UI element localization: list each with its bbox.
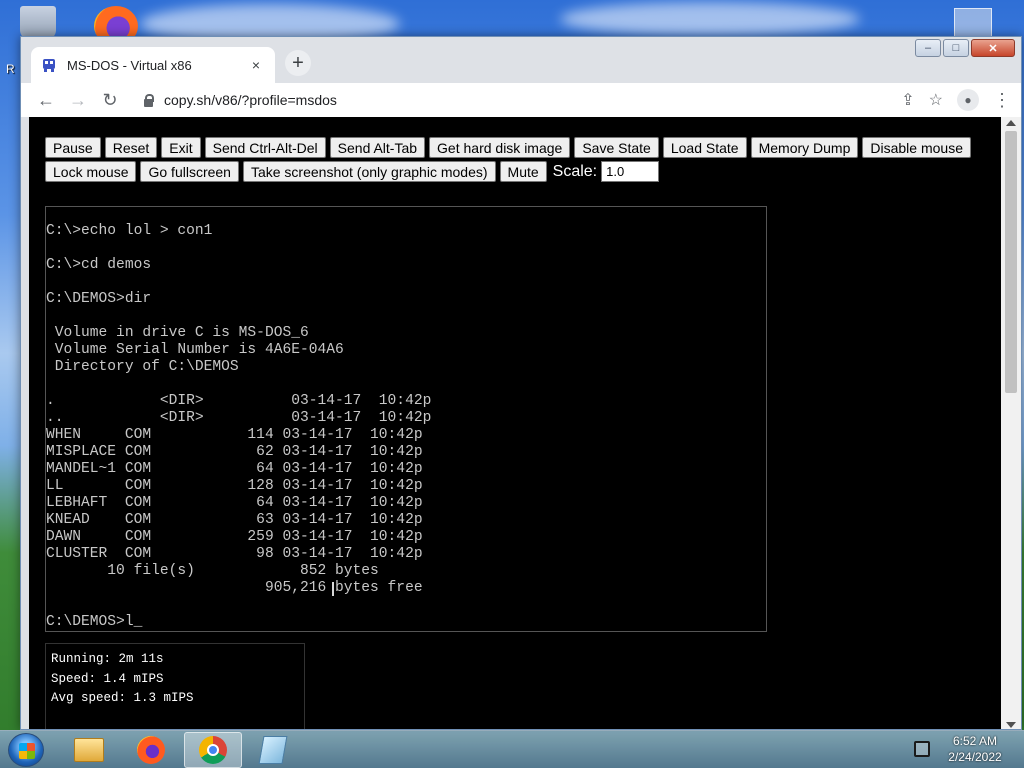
- taskbar-explorer[interactable]: [60, 732, 118, 768]
- dos-terminal-output: C:\>echo lol > con1 C:\>cd demos C:\DEMOS>…: [46, 223, 766, 631]
- terminal-line: .. <DIR> 03-14-17 10:42p: [46, 410, 432, 426]
- menu-kebab-icon[interactable]: ⋮: [993, 90, 1011, 111]
- load-state-button[interactable]: Load State: [662, 137, 747, 158]
- lock-icon[interactable]: [143, 93, 154, 107]
- memory-dump-button[interactable]: Memory Dump: [750, 137, 859, 158]
- terminal-line: Volume Serial Number is 4A6E-04A6: [46, 342, 344, 358]
- terminal-line: DAWN COM 259 03-14-17 10:42p: [46, 529, 423, 545]
- terminal-line: C:\>echo lol > con1: [46, 223, 213, 239]
- stat-speed: Speed: 1.4 mIPS: [51, 671, 164, 686]
- bookmark-star-icon[interactable]: ☆: [929, 90, 943, 110]
- reset-button[interactable]: Reset: [104, 137, 158, 158]
- send-ctrl-alt-del-button[interactable]: Send Ctrl-Alt-Del: [204, 137, 326, 158]
- terminal-line: C:\DEMOS>dir: [46, 291, 152, 307]
- pause-button[interactable]: Pause: [45, 137, 101, 158]
- taskbar-notepad[interactable]: [244, 732, 302, 768]
- tab-title: MS-DOS - Virtual x86: [67, 57, 192, 73]
- url-text: copy.sh/v86/?profile=msdos: [164, 92, 337, 108]
- controls-row-1: Pause Reset Exit Send Ctrl-Alt-Del Send …: [45, 137, 971, 158]
- stat-avg-speed: Avg speed: 1.3 mIPS: [51, 691, 194, 705]
- mouse-text-cursor: [332, 582, 334, 596]
- title-bar: MS-DOS - Virtual x86 × + – □ ✕: [21, 37, 1021, 83]
- emulator-screen[interactable]: C:\>echo lol > con1 C:\>cd demos C:\DEMOS>…: [45, 206, 767, 632]
- notepad-icon: [258, 736, 288, 764]
- new-tab-button[interactable]: +: [285, 50, 311, 76]
- terminal-line: MANDEL~1 COM 64 03-14-17 10:42p: [46, 461, 423, 477]
- maximize-button[interactable]: □: [943, 39, 969, 57]
- clock-time: 6:52 AM: [952, 734, 998, 748]
- start-button[interactable]: [8, 733, 44, 767]
- scale-label: Scale:: [552, 162, 598, 180]
- get-hard-disk-image-button[interactable]: Get hard disk image: [429, 137, 571, 158]
- forward-button[interactable]: →: [63, 85, 93, 115]
- taskbar-chrome[interactable]: [184, 732, 242, 768]
- firefox-icon: [137, 736, 165, 764]
- desktop-cloud: [560, 2, 860, 36]
- terminal-line: C:\DEMOS>l_: [46, 614, 143, 630]
- chrome-icon: [199, 736, 227, 764]
- terminal-line: . <DIR> 03-14-17 10:42p: [46, 393, 432, 409]
- terminal-line: LL COM 128 03-14-17 10:42p: [46, 478, 423, 494]
- scroll-down-arrow-icon[interactable]: [1006, 722, 1016, 728]
- terminal-line: KNEAD COM 63 03-14-17 10:42p: [46, 512, 423, 528]
- address-bar[interactable]: copy.sh/v86/?profile=msdos: [133, 86, 892, 114]
- terminal-line: MISPLACE COM 62 03-14-17 10:42p: [46, 444, 423, 460]
- browser-window: MS-DOS - Virtual x86 × + – □ ✕ ← → ↻ cop…: [20, 36, 1022, 730]
- mute-button[interactable]: Mute: [499, 161, 547, 182]
- disable-mouse-button[interactable]: Disable mouse: [862, 137, 971, 158]
- browser-toolbar: ← → ↻ copy.sh/v86/?profile=msdos ⇪ ☆ ● ⋮: [21, 83, 1021, 117]
- profile-avatar-icon[interactable]: ●: [957, 89, 979, 111]
- terminal-line: 10 file(s) 852 bytes: [46, 563, 379, 579]
- scale-input[interactable]: [601, 161, 660, 182]
- terminal-line: WHEN COM 114 03-14-17 10:42p: [46, 427, 423, 443]
- page-content: Pause Reset Exit Send Ctrl-Alt-Del Send …: [29, 117, 1001, 729]
- lock-mouse-button[interactable]: Lock mouse: [45, 161, 137, 182]
- terminal-line: 905,216 bytes free: [46, 580, 423, 596]
- taskbar-firefox[interactable]: [122, 732, 180, 768]
- save-state-button[interactable]: Save State: [574, 137, 659, 158]
- terminal-line: Volume in drive C is MS-DOS_6: [46, 325, 309, 341]
- taskbar: 6:52 AM 2/24/2022: [0, 730, 1024, 768]
- desktop-icon-label: R: [6, 62, 15, 76]
- take-screenshot-button[interactable]: Take screenshot (only graphic modes): [242, 161, 496, 182]
- stat-running: Running: 2m 11s: [51, 652, 164, 666]
- back-button[interactable]: ←: [31, 85, 61, 115]
- tab-close-icon[interactable]: ×: [247, 57, 265, 73]
- page-scrollbar[interactable]: [1001, 117, 1021, 729]
- clock-date: 2/24/2022: [948, 750, 1002, 764]
- terminal-line: C:\>cd demos: [46, 257, 152, 273]
- toolbar-actions: ⇪ ☆ ● ⋮: [901, 89, 1011, 111]
- terminal-line: Directory of C:\DEMOS: [46, 359, 239, 375]
- reload-button[interactable]: ↻: [95, 85, 125, 115]
- controls-row-2: Lock mouse Go fullscreen Take screenshot…: [45, 161, 660, 182]
- emulator-stats: Running: 2m 11s Speed: 1.4 mIPS Avg spee…: [45, 643, 305, 729]
- folder-icon: [74, 738, 104, 762]
- exit-button[interactable]: Exit: [161, 137, 201, 158]
- system-clock[interactable]: 6:52 AM 2/24/2022: [940, 733, 1010, 765]
- terminal-line: LEBHAFT COM 64 03-14-17 10:42p: [46, 495, 423, 511]
- network-tray-icon[interactable]: [914, 741, 930, 757]
- window-controls: – □ ✕: [915, 39, 1015, 57]
- recycle-bin-icon[interactable]: [20, 6, 56, 40]
- send-alt-tab-button[interactable]: Send Alt-Tab: [329, 137, 426, 158]
- share-icon[interactable]: ⇪: [901, 90, 914, 110]
- scroll-up-arrow-icon[interactable]: [1006, 120, 1016, 126]
- close-window-button[interactable]: ✕: [971, 39, 1015, 57]
- terminal-line: CLUSTER COM 98 03-14-17 10:42p: [46, 546, 423, 562]
- browser-tab[interactable]: MS-DOS - Virtual x86 ×: [31, 47, 275, 83]
- minimize-button[interactable]: –: [915, 39, 941, 57]
- windows-start-icon: [19, 743, 35, 759]
- go-fullscreen-button[interactable]: Go fullscreen: [140, 161, 239, 182]
- scrollbar-thumb[interactable]: [1005, 131, 1017, 393]
- v86-icon: [43, 59, 55, 72]
